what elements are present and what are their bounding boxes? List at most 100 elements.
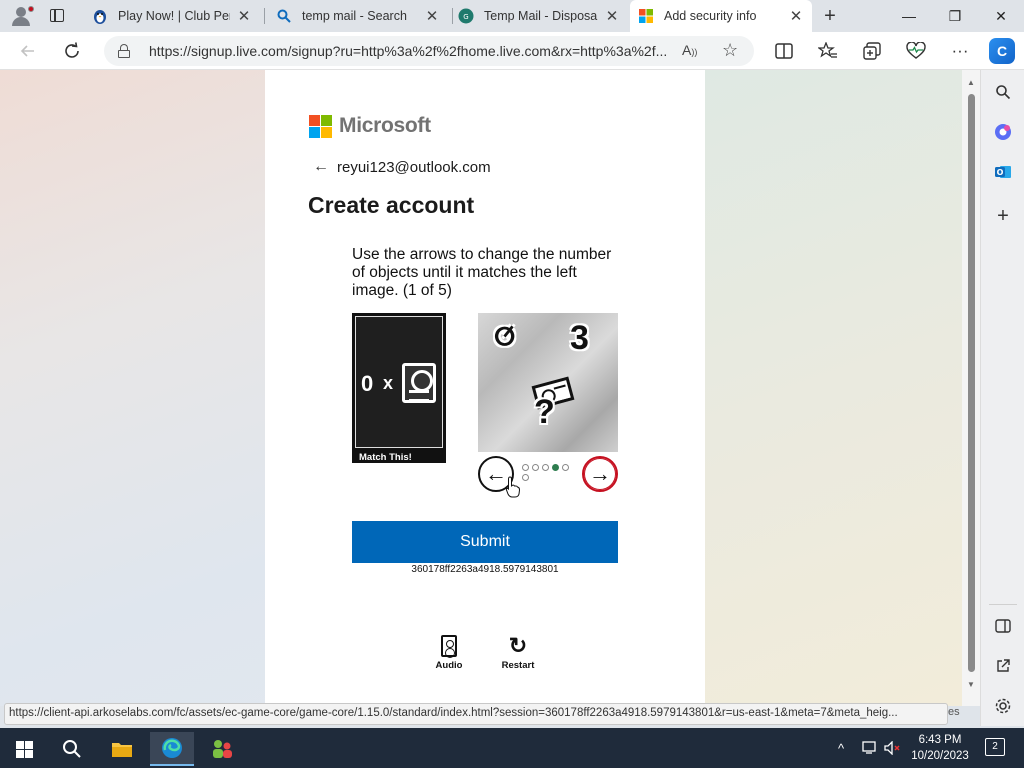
file-explorer-button[interactable]	[100, 732, 144, 766]
edge-icon	[162, 738, 182, 758]
status-url: https://client-api.arkoselabs.com/fc/ass…	[9, 707, 898, 719]
brand-name: Microsoft	[339, 114, 431, 137]
browser-essentials-button[interactable]	[902, 37, 930, 65]
page-scrollbar[interactable]: ▲ ▼	[962, 70, 980, 706]
folder-icon	[112, 743, 132, 757]
address-bar[interactable]: https://signup.live.com/signup?ru=http%3…	[104, 36, 754, 66]
split-screen-icon	[775, 43, 793, 59]
progress-dot	[522, 474, 529, 481]
back-button[interactable]	[14, 37, 42, 65]
restore-button[interactable]: ❐	[932, 0, 978, 32]
lock-icon[interactable]	[118, 44, 130, 58]
close-window-button[interactable]: ✕	[978, 0, 1024, 32]
progress-dot	[542, 464, 549, 471]
tab-close-icon[interactable]: ✕	[604, 7, 620, 25]
svg-text:O: O	[997, 168, 1004, 177]
target-object-icon	[402, 363, 436, 403]
match-reference-image: 0 x Match This!	[352, 313, 446, 463]
clock-time: 6:43 PM	[918, 734, 962, 746]
next-arrow-button[interactable]: →	[582, 456, 618, 492]
account-back-link[interactable]: ← reyui123@outlook.com	[313, 158, 491, 176]
temp-mail-favicon-icon: G	[458, 8, 474, 24]
progress-dot	[532, 464, 539, 471]
background-panel	[705, 70, 962, 706]
network-icon[interactable]	[862, 728, 878, 768]
taskbar-clock[interactable]: 6:43 PM 10/20/2023	[900, 732, 980, 764]
account-email: reyui123@outlook.com	[337, 158, 491, 176]
progress-dots	[522, 464, 574, 481]
edge-sidebar: O +	[980, 70, 1024, 726]
match-count: 0	[361, 371, 374, 396]
tab-add-security-info[interactable]: Add security info ✕	[630, 0, 812, 32]
puzzle-glyph: ⵚ	[494, 324, 516, 351]
tab-title: Temp Mail - Disposable	[484, 9, 598, 23]
scroll-down-icon[interactable]: ▼	[967, 680, 975, 689]
copilot-button[interactable]: C	[989, 38, 1015, 64]
tab-close-icon[interactable]: ✕	[424, 7, 440, 25]
tab-temp-mail-disposable[interactable]: G Temp Mail - Disposable ✕	[450, 0, 628, 32]
microsoft-favicon-icon	[638, 8, 654, 24]
scroll-up-icon[interactable]: ▲	[967, 78, 975, 87]
sidebar-settings-button[interactable]	[991, 694, 1015, 718]
speaker-icon	[441, 635, 457, 658]
sidebar-copilot-button[interactable]	[991, 120, 1015, 144]
refresh-button[interactable]	[58, 37, 86, 65]
back-arrow-icon[interactable]: ←	[313, 158, 329, 176]
tab-actions-icon[interactable]	[48, 7, 66, 25]
url-text[interactable]: https://signup.live.com/signup?ru=http%3…	[149, 43, 679, 59]
sidebar-add-button[interactable]: +	[991, 204, 1015, 228]
sidebar-open-external-button[interactable]	[991, 654, 1015, 678]
tab-club-penguin[interactable]: Play Now! | Club Penguin ✕	[84, 0, 260, 32]
taskbar-search-button[interactable]	[50, 732, 94, 766]
minimize-button[interactable]: —	[886, 0, 932, 32]
edge-taskbar-button[interactable]	[150, 732, 194, 766]
clock-date: 10/20/2023	[911, 750, 969, 762]
audio-label: Audio	[435, 660, 463, 671]
sidebar-panel-icon	[995, 619, 1011, 633]
tab-close-icon[interactable]: ✕	[236, 7, 252, 25]
profile-alert-dot	[28, 6, 34, 12]
match-label: Match This!	[359, 452, 412, 463]
restart-button[interactable]: ↻ Restart	[493, 632, 543, 671]
progress-dot-active	[552, 464, 559, 471]
split-screen-button[interactable]	[770, 37, 798, 65]
tab-divider	[264, 8, 265, 24]
settings-more-button[interactable]: ···	[946, 37, 974, 65]
sidebar-toggle-button[interactable]	[991, 614, 1015, 638]
sidebar-outlook-button[interactable]: O	[991, 160, 1015, 184]
collections-icon	[863, 42, 881, 60]
heart-pulse-icon	[906, 42, 926, 59]
favorite-star-icon[interactable]: ☆	[722, 40, 738, 61]
collections-button[interactable]	[858, 37, 886, 65]
refresh-icon	[65, 42, 79, 58]
puzzle-glyph: 3	[570, 319, 589, 357]
scroll-thumb[interactable]	[968, 94, 975, 672]
search-favicon-icon	[276, 8, 292, 24]
read-aloud-icon[interactable]: A))	[682, 42, 697, 58]
windows-logo-icon	[15, 740, 33, 758]
tab-temp-mail-search[interactable]: temp mail - Search ✕	[268, 0, 448, 32]
search-icon	[63, 740, 81, 758]
page-viewport: Microsoft ← reyui123@outlook.com Create …	[0, 70, 962, 706]
puzzle-glyph: ?	[534, 393, 555, 431]
sidebar-search-button[interactable]	[991, 80, 1015, 104]
show-hidden-icons-button[interactable]: ^	[838, 728, 844, 768]
app-taskbar-button[interactable]	[200, 732, 244, 766]
new-tab-button[interactable]: +	[818, 4, 842, 28]
start-button[interactable]	[2, 732, 46, 766]
progress-dot	[522, 464, 529, 471]
favorites-button[interactable]	[814, 37, 842, 65]
profile-icon[interactable]	[8, 4, 34, 28]
link-status-bar: https://client-api.arkoselabs.com/fc/ass…	[4, 703, 948, 725]
people-app-icon	[213, 740, 232, 758]
tab-close-icon[interactable]: ✕	[788, 7, 804, 25]
progress-dot	[562, 464, 569, 471]
windows-taskbar: ^ 6:43 PM 10/20/2023 2	[0, 728, 1024, 768]
audio-button[interactable]: Audio	[424, 632, 474, 671]
restart-label: Restart	[501, 660, 535, 671]
copilot-icon	[995, 124, 1011, 140]
search-icon	[996, 85, 1011, 100]
notification-center-button[interactable]: 2	[985, 738, 1005, 756]
submit-button[interactable]: Submit	[352, 521, 618, 563]
restart-icon: ↻	[508, 633, 528, 658]
